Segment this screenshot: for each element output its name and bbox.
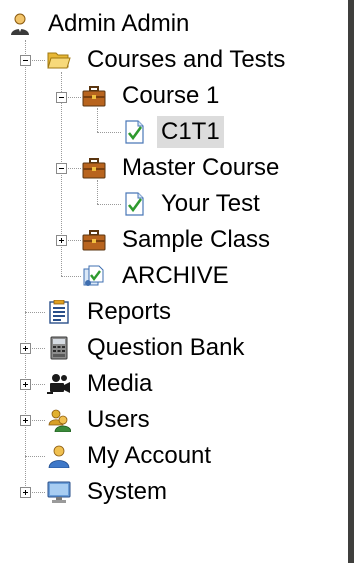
tree-item-label: Course 1: [122, 82, 220, 109]
reports-icon: [49, 300, 69, 324]
tree-item-label: Question Bank: [87, 334, 245, 361]
tree-item-label: Users: [87, 406, 150, 433]
tree-item-label: ARCHIVE: [122, 262, 229, 289]
expand-toggle[interactable]: [20, 487, 31, 498]
tree-root-admin[interactable]: Admin Admin: [8, 6, 193, 42]
collapse-toggle[interactable]: [56, 92, 67, 103]
monitor-icon: [47, 481, 71, 503]
admin-user-icon: [11, 13, 29, 35]
tree-item-label: C1T1: [157, 116, 224, 148]
briefcase-icon: [82, 86, 106, 107]
tree-item-label: Courses and Tests: [87, 46, 286, 73]
question-bank-icon: [50, 336, 68, 360]
expand-toggle[interactable]: [20, 343, 31, 354]
tree-item-courses-and-tests[interactable]: Courses and Tests: [47, 42, 289, 78]
tree-item-course-1[interactable]: Course 1: [82, 78, 223, 114]
tree-item-master-course[interactable]: Master Course: [82, 150, 283, 186]
tree-item-archive[interactable]: ARCHIVE: [82, 258, 233, 294]
tree-item-label: System: [87, 478, 168, 505]
tree-item-c1t1[interactable]: C1T1: [123, 114, 224, 150]
collapse-toggle[interactable]: [56, 163, 67, 174]
collapse-toggle[interactable]: [20, 55, 31, 66]
tree-item-label: Master Course: [122, 154, 280, 181]
expand-toggle[interactable]: [20, 415, 31, 426]
tree-item-your-test[interactable]: Your Test: [123, 186, 264, 222]
tree-item-my-account[interactable]: My Account: [47, 438, 215, 474]
briefcase-icon: [82, 158, 106, 179]
tree-line: [97, 204, 121, 205]
expand-toggle[interactable]: [20, 379, 31, 390]
folder-open-icon: [47, 52, 71, 69]
tree-line: [97, 132, 121, 133]
camera-icon: [47, 374, 70, 394]
briefcase-icon: [82, 230, 106, 251]
tree-item-system[interactable]: System: [47, 474, 171, 510]
tree-item-label: Admin Admin: [48, 10, 190, 37]
tree-item-label: Media: [87, 370, 153, 397]
users-icon: [48, 409, 71, 432]
tree-line: [25, 456, 45, 457]
tree-line: [61, 276, 81, 277]
tree-item-media[interactable]: Media: [47, 366, 156, 402]
test-check-icon: [125, 120, 144, 144]
tree-item-question-bank[interactable]: Question Bank: [47, 330, 248, 366]
tree-item-label: Your Test: [161, 190, 260, 217]
test-check-icon: [125, 192, 144, 216]
expand-toggle[interactable]: [56, 235, 67, 246]
tree-item-label: My Account: [87, 442, 212, 469]
tree-item-reports[interactable]: Reports: [47, 294, 175, 330]
navigation-tree-panel: Admin Admin Courses and Tests Course 1 C…: [0, 0, 354, 563]
archive-icon: [83, 265, 104, 286]
tree-item-users[interactable]: Users: [47, 402, 154, 438]
my-account-icon: [48, 445, 70, 468]
tree-item-label: Sample Class: [122, 226, 271, 253]
tree-item-sample-class[interactable]: Sample Class: [82, 222, 274, 258]
tree-item-label: Reports: [87, 298, 172, 325]
tree-line: [25, 312, 45, 313]
